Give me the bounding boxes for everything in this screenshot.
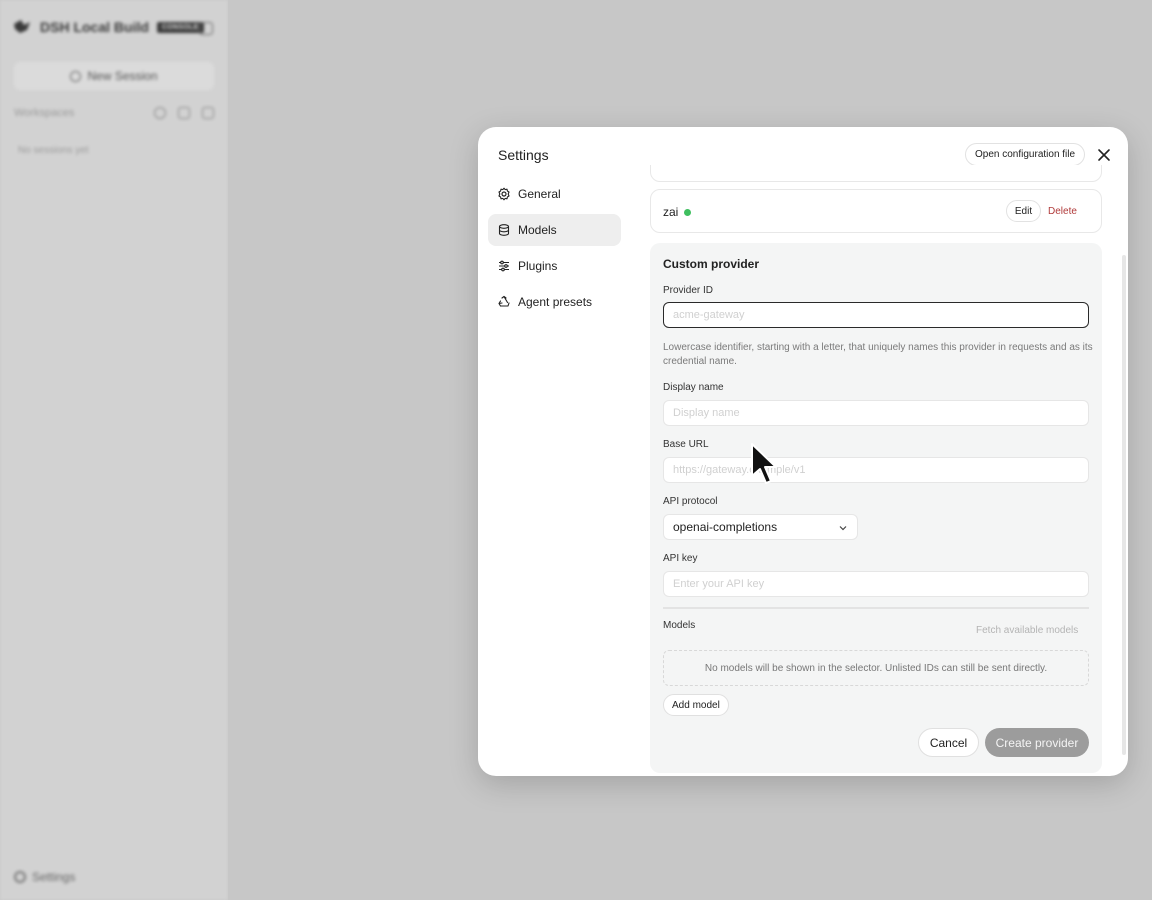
sliders-icon bbox=[499, 260, 509, 272]
nav-item-label: Models bbox=[518, 223, 557, 237]
create-provider-button[interactable]: Create provider bbox=[985, 728, 1089, 757]
workspaces-header: Workspaces bbox=[14, 107, 214, 119]
nav-item-plugins[interactable]: Plugins bbox=[488, 250, 621, 282]
gear-icon bbox=[14, 871, 26, 883]
api-protocol-select[interactable]: openai-completions bbox=[663, 514, 858, 540]
display-name-input[interactable] bbox=[663, 400, 1089, 426]
section-divider bbox=[663, 607, 1089, 609]
content-scrollbar[interactable] bbox=[1122, 255, 1126, 755]
recycle-icon bbox=[498, 295, 510, 307]
models-empty-state: No models will be shown in the selector.… bbox=[663, 650, 1089, 686]
fetch-models-button[interactable]: Fetch available models bbox=[976, 625, 1078, 636]
new-folder-icon[interactable] bbox=[202, 107, 214, 119]
api-key-label: API key bbox=[663, 553, 698, 564]
nav-item-models[interactable]: Models bbox=[488, 214, 621, 246]
no-sessions-text: No sessions yet bbox=[18, 145, 89, 156]
api-protocol-label: API protocol bbox=[663, 496, 718, 507]
custom-provider-form: Custom provider Provider ID Lowercase id… bbox=[650, 243, 1102, 773]
nav-item-label: General bbox=[518, 187, 561, 201]
base-url-label: Base URL bbox=[663, 439, 709, 450]
new-session-button[interactable]: New Session bbox=[14, 62, 214, 90]
delete-provider-button[interactable]: Delete bbox=[1048, 200, 1077, 222]
sidebar-settings-button[interactable]: Settings bbox=[14, 870, 75, 884]
base-url-input[interactable] bbox=[663, 457, 1089, 483]
plus-circle-icon bbox=[70, 70, 82, 82]
models-label: Models bbox=[663, 620, 696, 631]
settings-modal: Settings Open configuration file General… bbox=[478, 127, 1128, 776]
nav-item-general[interactable]: General bbox=[488, 178, 621, 210]
provider-card-zai: zai Edit Delete bbox=[650, 189, 1102, 233]
mouse-pointer-icon bbox=[751, 443, 777, 484]
sidebar-settings-label: Settings bbox=[32, 870, 76, 884]
models-settings-content: zai Edit Delete Custom provider Provider… bbox=[650, 165, 1102, 776]
edit-provider-button[interactable]: Edit bbox=[1006, 200, 1041, 222]
nav-item-label: Agent presets bbox=[518, 295, 593, 309]
provider-status-dot bbox=[684, 209, 691, 216]
models-empty-text: No models will be shown in the selector.… bbox=[704, 662, 1048, 674]
app-title: DSH Local Build bbox=[40, 19, 149, 35]
modal-title: Settings bbox=[498, 147, 549, 163]
settings-nav: General Models Plugins Agent presets bbox=[488, 178, 621, 322]
chevron-down-icon bbox=[839, 526, 847, 531]
workspaces-label: Workspaces bbox=[14, 107, 75, 119]
nav-item-agent-presets[interactable]: Agent presets bbox=[488, 286, 621, 318]
provider-name: zai bbox=[663, 205, 679, 219]
gear-icon bbox=[498, 187, 510, 201]
open-config-button[interactable]: Open configuration file bbox=[965, 143, 1086, 166]
new-session-label: New Session bbox=[87, 69, 158, 83]
close-icon[interactable] bbox=[1095, 146, 1113, 164]
provider-id-input[interactable] bbox=[663, 302, 1089, 328]
database-icon bbox=[498, 224, 510, 236]
build-badge: CONSOLE bbox=[156, 21, 204, 33]
api-protocol-value: openai-completions bbox=[673, 520, 778, 534]
grid-icon[interactable] bbox=[178, 107, 190, 119]
app-logo-icon bbox=[14, 20, 30, 33]
custom-provider-title: Custom provider bbox=[663, 257, 760, 271]
app-sidebar: DSH Local Build CONSOLE New Session Work… bbox=[0, 0, 228, 900]
nav-item-label: Plugins bbox=[518, 259, 558, 273]
search-icon[interactable] bbox=[154, 107, 166, 119]
cancel-button[interactable]: Cancel bbox=[918, 728, 979, 757]
app-header: DSH Local Build CONSOLE bbox=[12, 18, 204, 36]
provider-card bbox=[650, 165, 1102, 182]
add-model-button[interactable]: Add model bbox=[663, 694, 729, 716]
provider-id-label: Provider ID bbox=[663, 285, 714, 296]
display-name-label: Display name bbox=[663, 382, 724, 393]
provider-id-help-text: Lowercase identifier, starting with a le… bbox=[663, 342, 1093, 367]
sidebar-toggle-icon[interactable] bbox=[199, 22, 213, 35]
api-key-input[interactable] bbox=[663, 571, 1089, 597]
